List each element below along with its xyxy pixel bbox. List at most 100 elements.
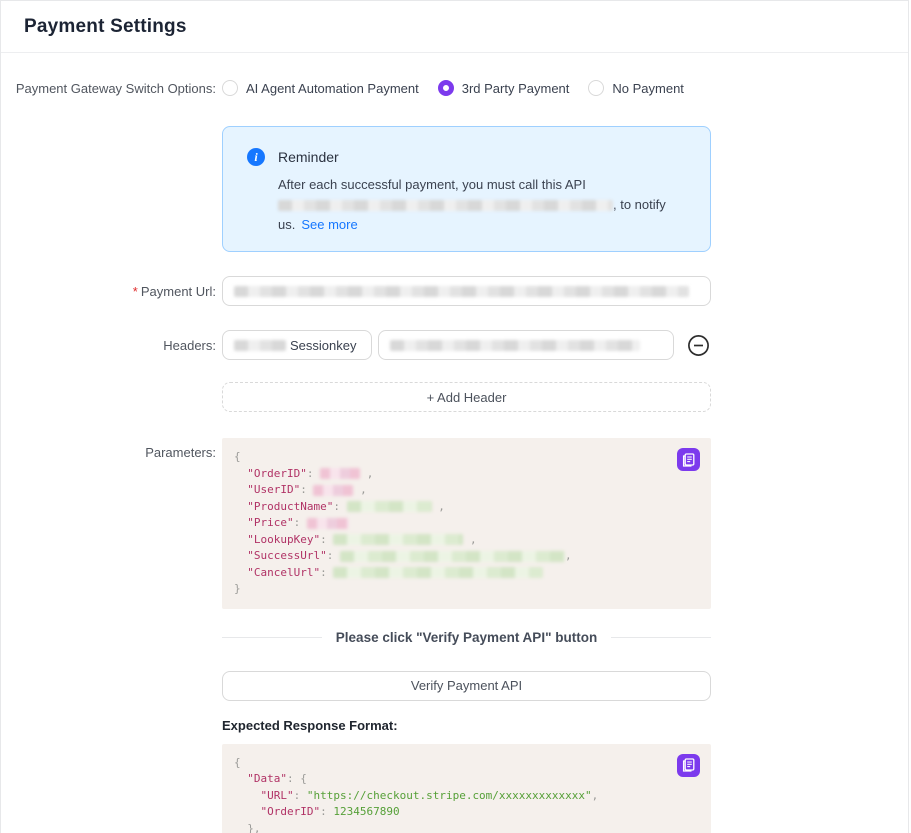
code-punctuation: : [320, 533, 333, 546]
code-line: "CancelUrl": [234, 565, 699, 582]
radio-option-label: 3rd Party Payment [462, 81, 570, 96]
code-line: }, [234, 821, 699, 833]
reminder-line3: us.See more [278, 215, 686, 235]
code-punctuation [234, 789, 261, 802]
code-punctuation: , [565, 549, 572, 562]
copy-icon [682, 453, 695, 467]
reminder-alert: i Reminder After each successful payment… [222, 126, 711, 252]
remove-header-button[interactable] [686, 333, 710, 357]
code-line: } [234, 581, 699, 598]
headers-row: Headers: Sessionkey [1, 330, 908, 360]
code-key: "UserID" [247, 483, 300, 496]
gateway-options-row: Payment Gateway Switch Options: AI Agent… [1, 80, 908, 96]
code-punctuation: { [234, 450, 241, 463]
code-punctuation [234, 516, 247, 529]
code-punctuation: : [327, 549, 340, 562]
copy-parameters-button[interactable] [677, 448, 700, 471]
code-key: "URL" [261, 789, 294, 802]
code-punctuation: , [353, 483, 366, 496]
divider-text: Please click "Verify Payment API" button [336, 630, 597, 645]
code-punctuation: : [320, 805, 333, 818]
code-punctuation [234, 566, 247, 579]
header-value-input[interactable] [378, 330, 674, 360]
expected-response-label: Expected Response Format: [222, 718, 908, 733]
redacted-value [347, 501, 432, 512]
page-title: Payment Settings [24, 16, 908, 38]
code-line: { [234, 449, 699, 466]
copy-expected-response-button[interactable] [677, 754, 700, 777]
code-punctuation: , [360, 467, 373, 480]
code-punctuation: : [307, 467, 320, 480]
payment-url-input[interactable] [222, 276, 711, 306]
verify-payment-api-button[interactable]: Verify Payment API [222, 671, 711, 701]
info-icon: i [247, 148, 265, 166]
gateway-option-0[interactable]: AI Agent Automation Payment [222, 80, 419, 96]
radio-unselected-icon[interactable] [588, 80, 604, 96]
code-line: "OrderID": , [234, 466, 699, 483]
radio-unselected-icon[interactable] [222, 80, 238, 96]
reminder-line2: , to notify [278, 195, 686, 215]
code-punctuation: , [432, 500, 445, 513]
redacted-value [333, 534, 463, 545]
reminder-line1: After each successful payment, you must … [278, 175, 686, 195]
redacted-value [340, 551, 565, 562]
payment-url-label: *Payment Url: [1, 284, 216, 299]
code-punctuation [234, 549, 247, 562]
code-punctuation: } [234, 582, 241, 595]
copy-icon [682, 758, 695, 772]
code-punctuation [234, 483, 247, 496]
gateway-option-2[interactable]: No Payment [588, 80, 684, 96]
code-line: { [234, 755, 699, 772]
redacted-payment-url [234, 286, 689, 297]
code-punctuation: , [463, 533, 476, 546]
code-line: "LookupKey": , [234, 532, 699, 549]
code-punctuation [234, 533, 247, 546]
expected-response-row: { "Data": { "URL": "https://checkout.str… [1, 733, 908, 833]
code-key: "SuccessUrl" [247, 549, 326, 562]
minus-circle-icon [687, 334, 710, 357]
reminder-title: Reminder [278, 149, 339, 165]
code-punctuation [234, 805, 261, 818]
code-punctuation [234, 500, 247, 513]
redacted-value [333, 567, 543, 578]
divider-line-left [222, 637, 322, 638]
parameters-label: Parameters: [1, 438, 216, 460]
add-header-button[interactable]: + Add Header [222, 382, 711, 412]
redacted-api-url [278, 200, 613, 211]
code-punctuation: : [300, 483, 313, 496]
page-header: Payment Settings [1, 1, 908, 53]
required-asterisk: * [133, 284, 138, 299]
code-punctuation: { [234, 756, 241, 769]
see-more-link[interactable]: See more [301, 217, 357, 232]
redacted-value [320, 468, 360, 479]
redacted-header-key [234, 340, 286, 351]
gateway-option-1[interactable]: 3rd Party Payment [438, 80, 570, 96]
code-line: "Data": { [234, 771, 699, 788]
code-key: "OrderID" [247, 467, 307, 480]
gateway-options-label: Payment Gateway Switch Options: [1, 81, 216, 96]
verify-divider: Please click "Verify Payment API" button [222, 630, 711, 645]
radio-selected-icon[interactable] [438, 80, 454, 96]
code-line: "ProductName": , [234, 499, 699, 516]
header-key-text: Sessionkey [290, 338, 356, 353]
code-key: "Data" [247, 772, 287, 785]
code-key: "ProductName" [247, 500, 333, 513]
code-punctuation: : [294, 789, 307, 802]
code-line: "UserID": , [234, 482, 699, 499]
radio-option-label: No Payment [612, 81, 684, 96]
code-key: "Price" [247, 516, 293, 529]
code-punctuation: }, [234, 822, 261, 833]
code-punctuation: : [320, 566, 333, 579]
parameters-code-block: { "OrderID": , "UserID": , "ProductName"… [222, 438, 711, 609]
code-value: 1234567890 [333, 805, 399, 818]
code-punctuation: : [333, 500, 346, 513]
code-key: "OrderID" [261, 805, 321, 818]
code-line: "OrderID": 1234567890 [234, 804, 699, 821]
headers-label: Headers: [1, 338, 216, 353]
code-punctuation [234, 772, 247, 785]
header-key-input[interactable]: Sessionkey [222, 330, 372, 360]
code-punctuation: : [294, 516, 307, 529]
redacted-value [313, 485, 353, 496]
expected-response-spacer [1, 733, 216, 740]
parameters-row: Parameters: { "OrderID": , "UserID": , "… [1, 438, 908, 609]
